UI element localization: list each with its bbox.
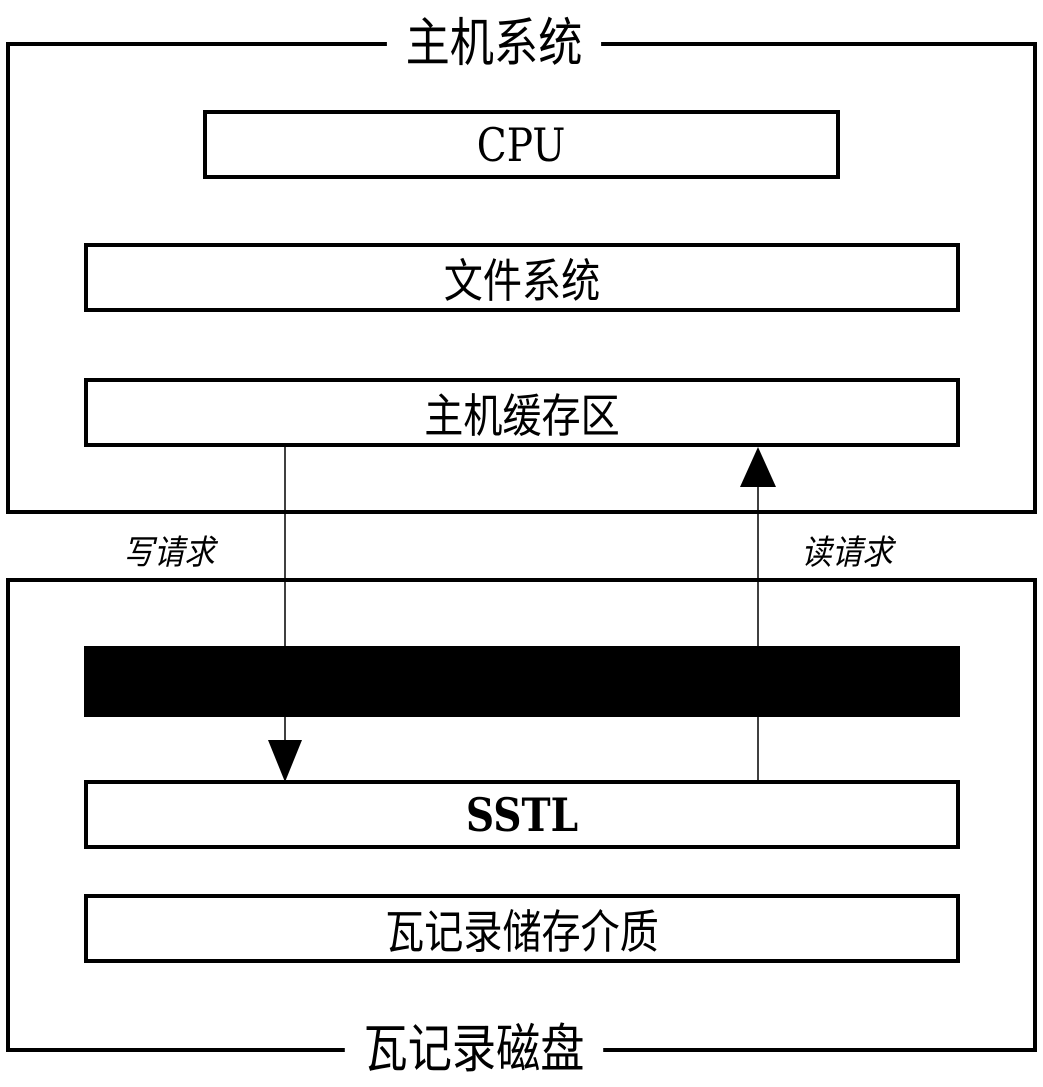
write-request-label: 写请求: [123, 533, 215, 573]
write-arrow-head: [268, 740, 302, 782]
read-request-label: 读请求: [801, 533, 893, 573]
read-arrow-head: [740, 447, 776, 487]
